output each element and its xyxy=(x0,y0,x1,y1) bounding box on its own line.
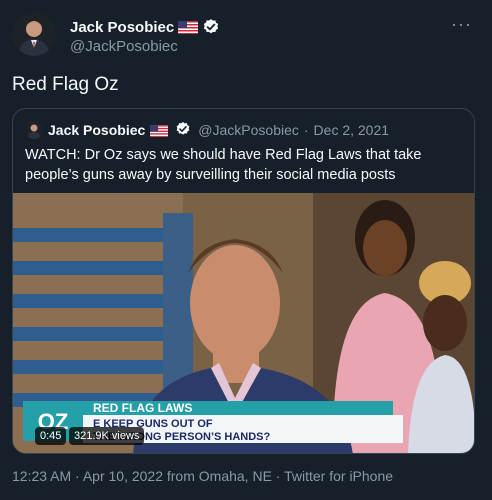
tweet-timestamp[interactable]: 12:23 AM · Apr 10, 2022 from Omaha, NE ·… xyxy=(12,468,393,484)
verified-badge-icon xyxy=(202,18,220,36)
quoted-author-avatar xyxy=(25,121,43,139)
quoted-tweet[interactable]: Jack Posobiec @JackPosobiec · Dec 2, 202… xyxy=(12,108,475,454)
author-name-line: Jack Posobiec xyxy=(70,18,220,36)
us-flag-icon xyxy=(178,20,199,34)
author-handle[interactable]: @JackPosobiec xyxy=(70,38,178,55)
video-duration-badge: 0:45 xyxy=(35,427,67,445)
video-frame: OZ RED FLAG LAWS E KEEP GUNS OUT OF THE … xyxy=(13,193,474,453)
video-player[interactable]: OZ RED FLAG LAWS E KEEP GUNS OUT OF THE … xyxy=(13,193,474,453)
quoted-tweet-text: WATCH: Dr Oz says we should have Red Fla… xyxy=(25,147,422,183)
quoted-tweet-date: Dec 2, 2021 xyxy=(313,122,390,138)
quoted-author-name: Jack Posobiec xyxy=(48,122,146,138)
quoted-tweet-header: Jack Posobiec @JackPosobiec · Dec 2, 202… xyxy=(25,121,389,139)
tweet-header: Jack Posobiec @JackPosobiec ··· xyxy=(12,12,480,60)
author-avatar[interactable] xyxy=(12,12,56,56)
us-flag-icon xyxy=(150,124,170,137)
author-name[interactable]: Jack Posobiec xyxy=(70,19,174,36)
chyron-title: RED FLAG LAWS xyxy=(93,401,192,415)
video-views-badge: 321.9K views xyxy=(69,427,145,445)
verified-badge-icon xyxy=(175,121,193,139)
separator-dot: · xyxy=(303,122,309,138)
quoted-author-handle: @JackPosobiec xyxy=(198,122,299,138)
tweet-text: Red Flag Oz xyxy=(12,74,119,95)
more-options-icon[interactable]: ··· xyxy=(451,14,472,35)
